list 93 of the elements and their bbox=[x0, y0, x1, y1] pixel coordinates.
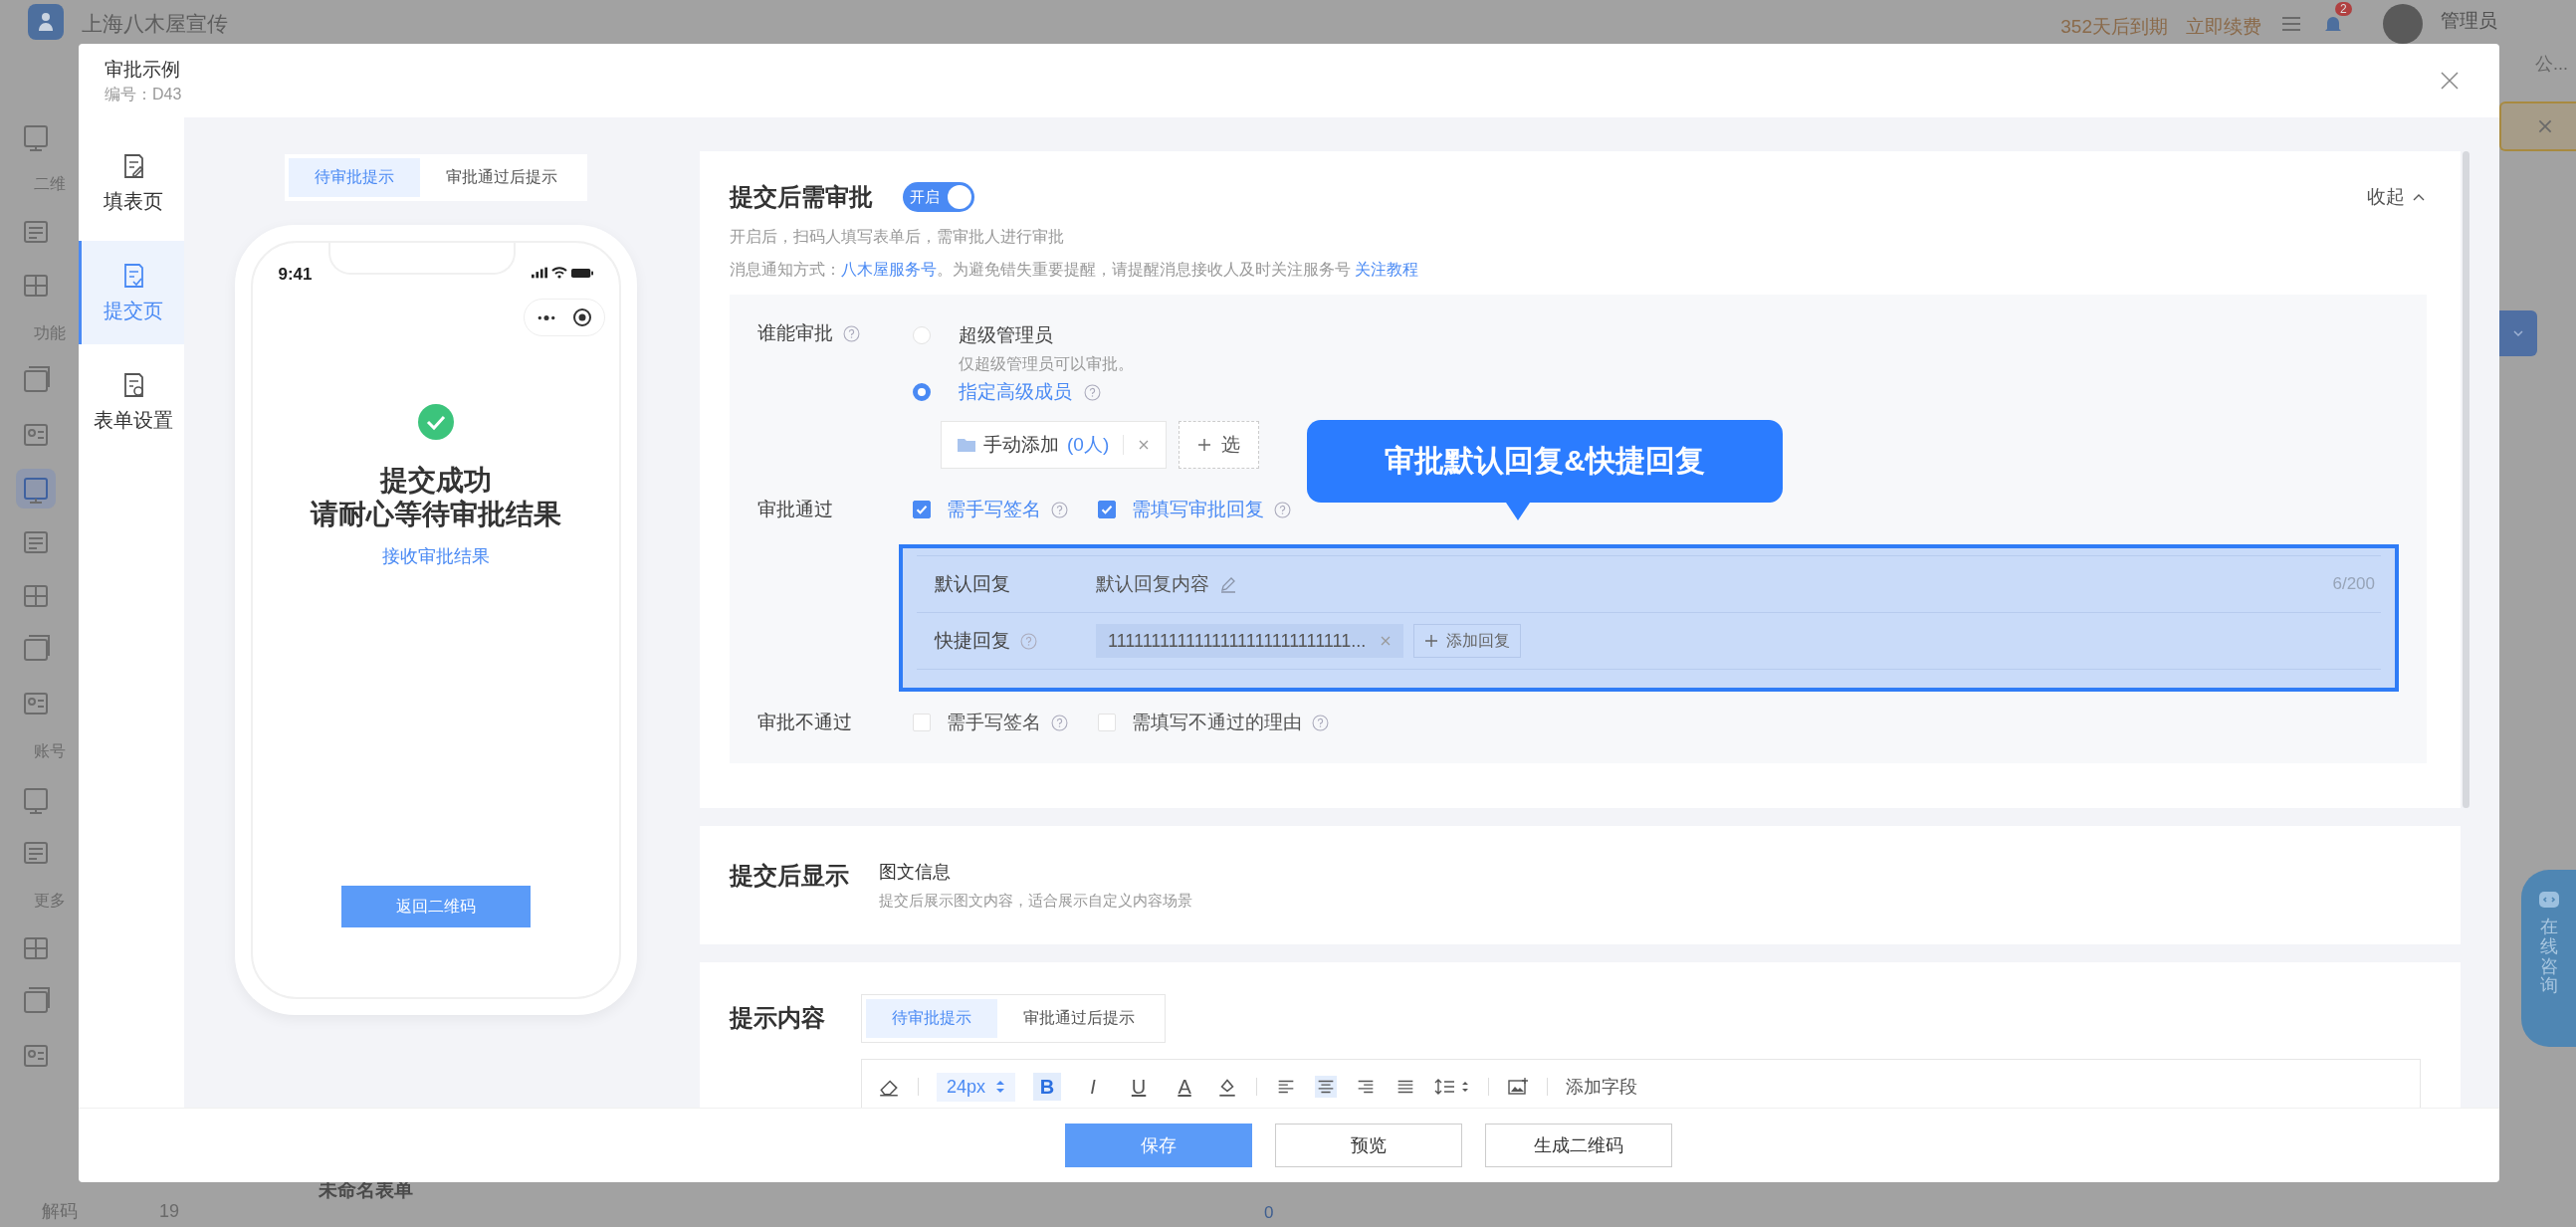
more-icon[interactable] bbox=[536, 313, 556, 321]
toggle-switch[interactable]: 开启 bbox=[903, 182, 974, 212]
dropdown-button[interactable] bbox=[2499, 310, 2537, 356]
scan-count: 19 bbox=[159, 1200, 180, 1222]
image-icon[interactable] bbox=[1507, 1076, 1530, 1098]
member-chip[interactable]: 手动添加 (0人) bbox=[941, 421, 1168, 469]
pencil-icon[interactable] bbox=[1219, 575, 1237, 593]
battery-icon bbox=[570, 267, 593, 279]
quick-reply-chip[interactable]: 1111111111111111111111111111... bbox=[1096, 624, 1404, 658]
wifi-icon bbox=[550, 267, 567, 279]
scrollbar-thumb[interactable] bbox=[2463, 151, 2469, 808]
dialog-title: 审批示例 bbox=[105, 57, 181, 82]
plus-icon bbox=[1197, 438, 1212, 452]
scan-label: 解码 bbox=[42, 1200, 78, 1223]
success-heading: 提交成功 bbox=[379, 464, 492, 498]
add-field-button[interactable]: 添加字段 bbox=[1566, 1075, 1638, 1099]
monitor-icon[interactable] bbox=[16, 469, 56, 509]
avatar[interactable] bbox=[2383, 4, 2423, 44]
checkbox-label[interactable]: 需手写签名 bbox=[947, 497, 1041, 522]
notification-badge: 2 bbox=[2335, 2, 2352, 16]
success-check-icon bbox=[417, 404, 454, 440]
select-button[interactable]: 选 bbox=[1179, 421, 1260, 469]
expiry-text: 352天后到期 bbox=[2060, 15, 2168, 39]
preview-tab[interactable]: 审批通过后提示 bbox=[419, 158, 583, 197]
footer-button[interactable]: 生成二维码 bbox=[1485, 1124, 1672, 1167]
form-count: 0 bbox=[1264, 1203, 1275, 1223]
help-icon[interactable] bbox=[1312, 714, 1329, 731]
back-to-qr-button[interactable]: 返回二维码 bbox=[340, 886, 531, 927]
prompt-tab[interactable]: 待审批提示 bbox=[866, 999, 997, 1038]
help-icon[interactable] bbox=[1274, 501, 1291, 518]
help-icon[interactable] bbox=[1051, 501, 1068, 518]
plus-icon bbox=[1424, 634, 1439, 648]
service-account-link[interactable]: 八木屋服务号 bbox=[841, 261, 937, 278]
checkbox-label[interactable]: 需填写不通过的理由 bbox=[1132, 710, 1302, 735]
radio-button[interactable] bbox=[913, 383, 931, 401]
close-icon[interactable] bbox=[2536, 117, 2554, 135]
section-title: 提交后需审批 bbox=[730, 182, 873, 212]
close-icon[interactable] bbox=[2440, 71, 2460, 91]
default-reply-value[interactable]: 默认回复内容 bbox=[1096, 571, 1209, 597]
description: 提交后展示图文内容，适合展示自定义内容场景 bbox=[879, 892, 1192, 911]
target-icon[interactable] bbox=[571, 307, 592, 327]
logo-icon bbox=[28, 4, 64, 40]
field-label: 谁能审批 bbox=[757, 321, 833, 345]
notice-text: 消息通知方式：八木屋服务号。为避免错失重要提醒，请提醒消息接收人及时关注服务号 关注教程 bbox=[730, 260, 1420, 280]
italic-button[interactable]: I bbox=[1079, 1073, 1108, 1101]
hint-text: 仅超级管理员可以审批。 bbox=[958, 354, 1135, 374]
help-icon[interactable] bbox=[843, 324, 860, 342]
prompt-tab[interactable]: 审批通过后提示 bbox=[997, 999, 1161, 1038]
color-button[interactable]: A bbox=[1171, 1073, 1199, 1101]
help-icon[interactable] bbox=[1084, 383, 1101, 401]
field-label: 审批通过 bbox=[757, 498, 833, 521]
form-code: 编号：D43 bbox=[105, 84, 183, 104]
checkbox[interactable] bbox=[1098, 501, 1116, 518]
footer-button[interactable]: 预览 bbox=[1275, 1124, 1462, 1167]
field-label: 默认回复 bbox=[935, 572, 1011, 596]
nav-tab[interactable]: 填表页 bbox=[79, 131, 184, 235]
radio-label[interactable]: 超级管理员 bbox=[959, 322, 1053, 348]
org-name: 公... bbox=[2535, 53, 2568, 76]
receive-result-link[interactable]: 接收审批结果 bbox=[381, 544, 490, 569]
signal-icon bbox=[531, 267, 547, 279]
checkbox-label[interactable]: 需手写签名 bbox=[947, 710, 1041, 735]
status-time: 9:41 bbox=[278, 265, 313, 285]
tutorial-link[interactable]: 关注教程 bbox=[1355, 261, 1419, 278]
save-button[interactable]: 保存 bbox=[1065, 1124, 1252, 1167]
radio-label[interactable]: 指定高级成员 bbox=[959, 379, 1072, 405]
underline-button[interactable]: U bbox=[1125, 1073, 1154, 1101]
help-icon[interactable] bbox=[1051, 714, 1068, 731]
display-type: 图文信息 bbox=[879, 861, 952, 884]
section-title: 提交后显示 bbox=[730, 861, 849, 891]
help-icon[interactable] bbox=[1020, 632, 1037, 650]
spinner-arrows-icon bbox=[995, 1080, 1006, 1094]
section-title: 提示内容 bbox=[730, 1003, 825, 1033]
user-name: 管理员 bbox=[2441, 9, 2497, 33]
close-icon[interactable] bbox=[1380, 635, 1393, 647]
success-heading: 请耐心等待审批结果 bbox=[310, 497, 561, 531]
preview-tab[interactable]: 待审批提示 bbox=[288, 158, 420, 197]
close-icon[interactable] bbox=[1138, 439, 1151, 451]
add-reply-button[interactable]: 添加回复 bbox=[1413, 624, 1522, 658]
nav-tab[interactable]: 提交页 bbox=[79, 241, 184, 344]
app-title: 上海八木屋宣传 bbox=[82, 11, 228, 37]
form-name: 未命名表单 bbox=[319, 1178, 414, 1202]
checkbox-label[interactable]: 需填写审批回复 bbox=[1132, 497, 1264, 522]
description: 开启后，扫码人填写表单后，需审批人进行审批 bbox=[730, 227, 1065, 247]
nav-tab[interactable]: 表单设置 bbox=[79, 350, 184, 454]
font-size-select[interactable]: 24px bbox=[937, 1072, 1016, 1102]
char-counter: 6/200 bbox=[2332, 574, 2375, 594]
field-label: 快捷回复 bbox=[935, 629, 1010, 653]
checkbox[interactable] bbox=[913, 501, 931, 518]
field-label: 审批不通过 bbox=[757, 711, 852, 734]
collapse-button[interactable]: 收起 bbox=[2367, 184, 2427, 210]
align-center-icon[interactable] bbox=[1315, 1076, 1338, 1098]
bold-button[interactable]: B bbox=[1033, 1073, 1062, 1101]
folder-icon bbox=[958, 438, 975, 452]
